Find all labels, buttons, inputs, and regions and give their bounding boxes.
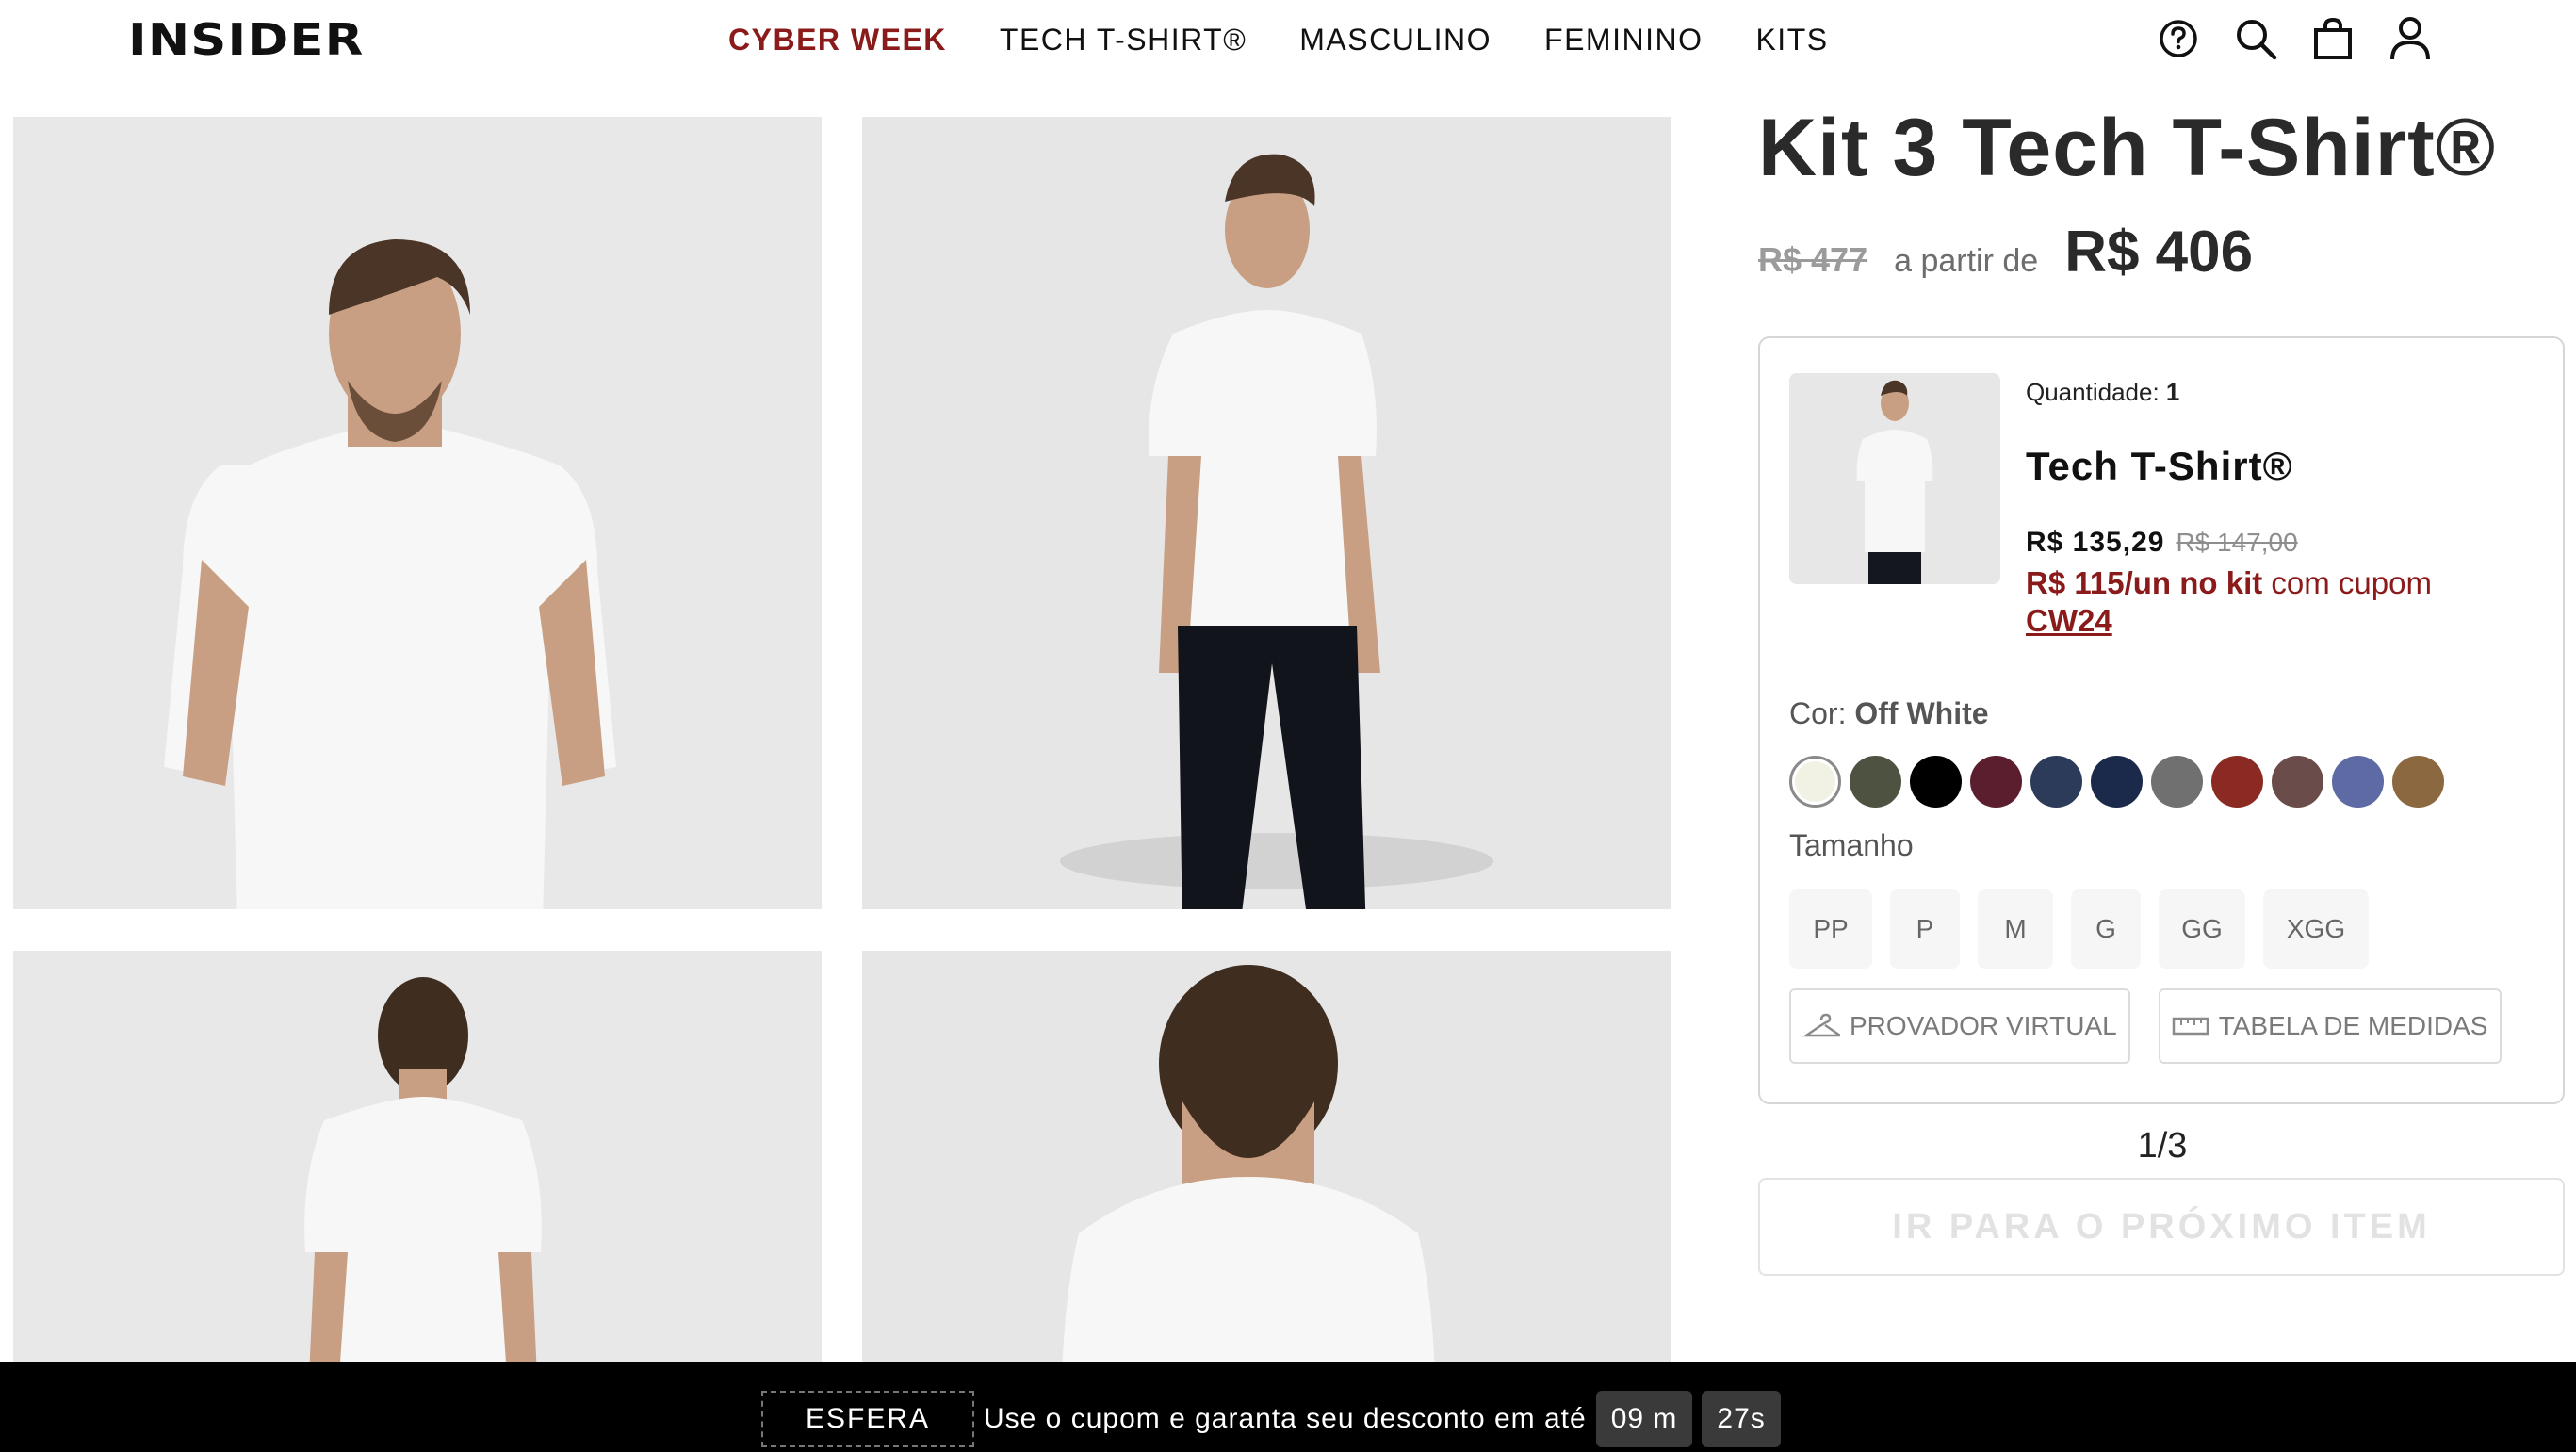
price-row: R$ 477 a partir de R$ 406: [1758, 219, 2253, 286]
help-icon[interactable]: [2156, 15, 2201, 62]
old-price: R$ 477: [1758, 240, 1868, 279]
ruler-icon: [2172, 1017, 2209, 1036]
kit-item-card: Quantidade: 1 Tech T-Shirt® R$ 135,29 R$…: [1758, 336, 2565, 1104]
size-g[interactable]: G: [2071, 889, 2141, 969]
size-chart-label: TABELA DE MEDIDAS: [2218, 1011, 2488, 1040]
color-label-text: Cor:: [1789, 696, 1847, 730]
coupon-code-link[interactable]: CW24: [2026, 603, 2112, 638]
size-gg[interactable]: GG: [2159, 889, 2245, 969]
size-chart-button[interactable]: TABELA DE MEDIDAS: [2158, 988, 2502, 1064]
insider-logo[interactable]: INSIDER: [128, 13, 363, 66]
item-pager: 1/3: [2137, 1126, 2188, 1166]
color-swatch[interactable]: [1850, 756, 1901, 808]
bag-icon[interactable]: [2310, 15, 2356, 62]
color-swatch[interactable]: [2151, 756, 2203, 808]
nav-feminino[interactable]: FEMININO: [1544, 17, 1703, 62]
site-header: INSIDER CYBER WEEK TECH T-SHIRT® MASCULI…: [0, 0, 2576, 79]
countdown-text: Use o cupom e garanta seu desconto em at…: [984, 1403, 1587, 1434]
product-title: Kit 3 Tech T-Shirt®: [1758, 103, 2497, 193]
coupon-countdown-bar: ESFERA Use o cupom e garanta seu descont…: [0, 1362, 2576, 1452]
color-swatches: [1789, 756, 2444, 808]
coupon-code-tag[interactable]: ESFERA: [761, 1391, 974, 1447]
item-old-price: R$ 147,00: [2176, 528, 2298, 557]
color-swatch[interactable]: [2211, 756, 2263, 808]
selected-color: Off White: [1854, 696, 1989, 730]
logo-text: INSIDER: [128, 14, 365, 65]
quantity: Quantidade: 1: [2026, 378, 2179, 407]
size-options: PP P M G GG XGG: [1789, 889, 2369, 969]
quantity-value: 1: [2165, 378, 2180, 406]
header-actions: [2156, 15, 2433, 62]
virtual-fitting-button[interactable]: PROVADOR VIRTUAL: [1789, 988, 2130, 1064]
current-price: R$ 406: [2064, 220, 2254, 285]
color-swatch[interactable]: [2392, 756, 2444, 808]
item-price: R$ 135,29: [2026, 527, 2165, 558]
main-nav: CYBER WEEK TECH T-SHIRT® MASCULINO FEMIN…: [728, 17, 1829, 62]
size-xgg[interactable]: XGG: [2263, 889, 2369, 969]
color-swatch[interactable]: [2272, 756, 2323, 808]
color-swatch[interactable]: [1910, 756, 1962, 808]
size-label: Tamanho: [1789, 828, 1914, 862]
color-swatch[interactable]: [2332, 756, 2384, 808]
product-photo-front[interactable]: [13, 117, 822, 909]
nav-masculino[interactable]: MASCULINO: [1299, 17, 1492, 62]
color-swatch[interactable]: [1789, 756, 1841, 808]
countdown-content: ESFERA Use o cupom e garanta seu descont…: [761, 1391, 1781, 1447]
quantity-label: Quantidade:: [2026, 378, 2160, 406]
nav-cyber-week[interactable]: CYBER WEEK: [728, 17, 947, 62]
virtual-fitting-label: PROVADOR VIRTUAL: [1850, 1011, 2117, 1040]
color-swatch[interactable]: [2091, 756, 2143, 808]
size-tools: PROVADOR VIRTUAL TABELA DE MEDIDAS: [1789, 988, 2502, 1064]
product-photo-full-body[interactable]: [862, 117, 1671, 909]
nav-kits[interactable]: KITS: [1755, 17, 1828, 62]
item-name: Tech T-Shirt®: [2026, 444, 2293, 488]
size-pp[interactable]: PP: [1789, 889, 1872, 969]
coupon-promo: R$ 115/un no kit com cupom CW24: [2026, 564, 2553, 640]
color-swatch[interactable]: [1970, 756, 2022, 808]
nav-tech-tshirt[interactable]: TECH T-SHIRT®: [1000, 17, 1247, 62]
size-m[interactable]: M: [1978, 889, 2053, 969]
size-p[interactable]: P: [1890, 889, 1960, 969]
timer-minutes: 09 m: [1595, 1391, 1693, 1447]
hanger-icon: [1802, 1013, 1840, 1037]
search-icon[interactable]: [2233, 15, 2278, 62]
from-label: a partir de: [1894, 243, 2039, 279]
color-swatch[interactable]: [2030, 756, 2082, 808]
next-item-button[interactable]: IR PARA O PRÓXIMO ITEM: [1758, 1178, 2565, 1276]
item-thumbnail: [1789, 373, 2000, 584]
timer-seconds: 27s: [1702, 1391, 1781, 1447]
item-prices: R$ 135,29 R$ 147,00: [2026, 527, 2298, 559]
promo-price: R$ 115/un no kit: [2026, 565, 2263, 600]
promo-text: com cupom: [2271, 565, 2432, 600]
user-icon[interactable]: [2388, 15, 2433, 62]
color-label: Cor: Off White: [1789, 696, 1989, 731]
